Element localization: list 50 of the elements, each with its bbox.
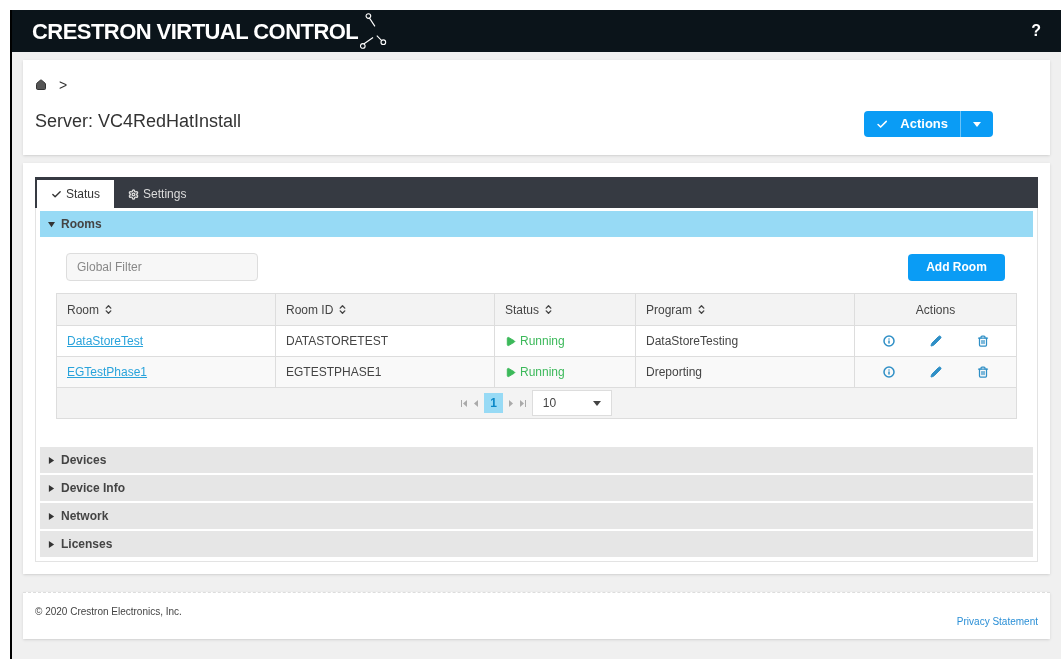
status-text: Running [520,364,565,381]
caret-icon [973,121,981,127]
last-page-icon[interactable] [518,399,526,407]
caret-right-icon [48,540,55,548]
previous-page-icon[interactable] [474,399,479,407]
gear-icon [128,188,140,200]
home-icon[interactable] [35,79,47,91]
table-cell: Dreporting [636,357,855,387]
column-header[interactable]: Status [495,294,636,325]
filter-field[interactable]: Global Filter [66,253,258,281]
info-icon[interactable] [882,335,895,347]
check-icon [51,188,62,200]
status-text: Running [520,333,565,350]
section-header[interactable]: Devices [40,447,1033,473]
section-header[interactable]: Licenses [40,531,1033,557]
logo: CRESTRON VIRTUAL CONTROL [32,17,359,46]
caret-right-icon [48,484,55,492]
page-size-select[interactable]: 10 [531,390,612,416]
first-page-icon[interactable] [461,399,469,407]
column-header[interactable]: Room ID [276,294,495,325]
tab[interactable]: Status [37,180,115,208]
table-cell: EGTESTPHASE1 [276,357,495,387]
help-button[interactable]: ? [1031,19,1041,43]
caret-icon [592,400,601,406]
logo-nodes-icon [360,12,389,50]
column-header: Actions [914,301,957,319]
delete-icon[interactable] [976,366,989,378]
copyright-text: © 2020 Crestron Electronics, Inc. [35,605,182,619]
table-cell: DATASTORETEST [276,326,495,356]
section-header[interactable]: Rooms [40,211,1033,237]
sort-icon [696,304,707,315]
column-header[interactable]: Room [57,294,276,325]
page-title: Server: VC4RedHatInstall [35,110,242,133]
caret-right-icon [48,456,55,464]
tab[interactable]: Settings [114,180,201,208]
section-header[interactable]: Network [40,503,1033,529]
caret-right-icon [48,512,55,520]
sort-icon [103,304,114,315]
privacy-link[interactable]: Privacy Statement [956,614,1038,629]
column-header[interactable]: Program [636,294,855,325]
caret-down-icon [48,220,55,228]
table-cell: DataStoreTesting [636,326,855,356]
edit-icon[interactable] [929,366,942,378]
section-header[interactable]: Device Info [40,475,1033,501]
actions-dropdown-button[interactable] [961,111,993,137]
delete-icon[interactable] [976,335,989,347]
info-icon[interactable] [882,366,895,378]
next-page-icon[interactable] [508,399,513,407]
edit-icon[interactable] [929,335,942,347]
breadcrumb-separator: > [59,78,68,92]
